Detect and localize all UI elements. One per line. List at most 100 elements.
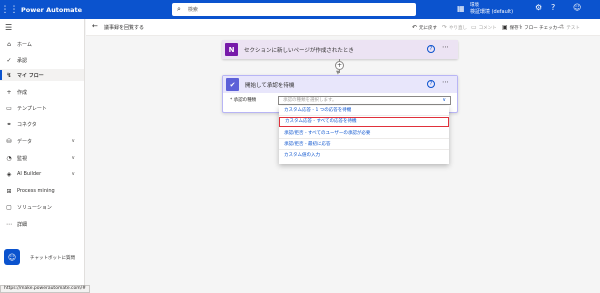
sidebar-item-monitor[interactable]: ◔ 監視 ∨ [0,152,84,164]
help-icon[interactable]: ? [427,45,435,53]
chatbot-button[interactable]: ☺ [4,249,20,265]
top-bar: ⋮⋮ Power Automate ⌕ 検索 ▦ 環境 検証環境 (defaul… [0,0,600,19]
onenote-icon: N [225,43,238,56]
redo-icon: ↷ [442,24,448,31]
sidebar-item-label: ソリューション [17,204,52,211]
sidebar-item-more[interactable]: ⋯ 詳細 [0,218,84,230]
search-placeholder: 検索 [187,7,198,13]
help-icon[interactable]: ? [551,3,555,12]
dropdown-option[interactable]: 承認/拒否 - 最初に応答 [279,140,449,150]
environment-icon: ▦ [457,4,465,13]
flow-checker-button[interactable]: ⚕ フロー チェッカー [519,24,562,31]
dropdown-option-highlighted[interactable]: カスタム応答 - すべての応答を待機 [279,117,449,127]
sidebar-item-solutions[interactable]: ▢ ソリューション [0,201,84,213]
status-url: https://make.powerautomate.com/# [0,285,90,293]
sidebar-item-my-flows[interactable]: ↯ マイ フロー [0,69,84,81]
approval-type-dropdown: カスタム応答 - 1 つの応答を待機 カスタム応答 - すべての応答を待機 承認… [279,106,449,164]
flow-name: 議事録を回覧する [104,25,145,31]
plus-icon: + [336,62,343,69]
save-button[interactable]: ▣ 保存 [502,24,519,31]
sidebar-item-label: データ [17,138,33,145]
home-icon: ⌂ [7,40,11,48]
approval-title: 開始して承認を待機 [245,83,295,89]
sidebar-item-label: AI Builder [17,171,42,177]
back-arrow-icon[interactable]: ← [92,22,98,30]
test-button[interactable]: ⚗ テスト [559,24,580,31]
redo-button[interactable]: ↷ やり直し [442,24,467,31]
chevron-down-icon: ∨ [71,155,75,161]
settings-icon[interactable]: ⚙ [535,3,542,12]
command-bar: ← 議事録を回覧する ↶ 元に戻す ↷ やり直し ▭ コメント ▣ 保存 ⚕ フロー チェ… [86,19,600,36]
sidebar-item-label: ホーム [17,41,32,48]
stethoscope-icon: ⚕ [519,24,523,31]
dropdown-option[interactable]: カスタム値の入力 [279,151,449,161]
flask-icon: ⚗ [559,24,565,31]
more-icon: ⋯ [6,220,12,228]
chevron-down-icon: ∨ [442,97,446,103]
templates-icon: ▭ [6,104,12,112]
sidebar-item-approvals[interactable]: ✓ 承認 [0,54,84,66]
dropdown-option[interactable]: 承認/拒否 - すべてのユーザーの承認が必要 [279,129,449,139]
plus-icon: + [6,88,12,96]
sidebar-item-label: 詳細 [17,221,28,228]
trigger-title: セクションに新しいページが作成されたとき [244,48,354,54]
sidebar-item-templates[interactable]: ▭ テンプレート [0,102,84,114]
help-icon[interactable]: ? [427,80,435,88]
chevron-down-icon: ∨ [71,138,75,144]
insert-step-button[interactable]: + [335,61,344,70]
chatbot-label[interactable]: チャットボットに質問 [30,255,75,261]
undo-label: 元に戻す [419,25,438,31]
approval-type-label: * 承認の種類 [230,98,257,103]
environment-name: 検証環境 (default) [470,9,514,15]
undo-icon: ↶ [412,24,418,31]
save-label: 保存 [509,25,519,31]
redo-label: やり直し [449,25,468,31]
sidebar-item-data[interactable]: ⛁ データ ∨ [0,135,84,147]
comment-label: コメント [478,25,497,31]
flows-icon: ↯ [6,71,12,79]
trigger-card-header[interactable]: N セクションに新しいページが作成されたとき ? ⋯ [222,40,458,59]
ai-icon: ◈ [6,170,12,178]
dropdown-option[interactable]: カスタム応答 - 1 つの応答を待機 [279,106,449,116]
approval-icon: ✔ [226,78,239,91]
chevron-down-icon: ∨ [71,171,75,177]
solutions-icon: ▢ [6,203,12,211]
sidebar-item-create[interactable]: + 作成 [0,86,84,98]
sidebar-item-label: 承認 [17,57,28,64]
sidebar-item-label: マイ フロー [17,72,44,79]
app-launcher-icon[interactable]: ⋮⋮ [0,0,19,19]
sidebar-item-process-mining[interactable]: ⊞ Process mining [0,185,84,197]
app-title[interactable]: Power Automate [21,6,82,14]
approval-type-placeholder: 承認の種類を選択します。 [283,98,337,103]
environment-picker[interactable]: 環境 検証環境 (default) [470,3,513,15]
sidebar-item-label: コネクタ [17,121,37,128]
account-icon[interactable]: ☺ [573,3,581,12]
approval-type-select[interactable]: 承認の種類を選択します。 ∨ [278,96,451,105]
data-icon: ⛁ [6,137,12,145]
sidebar-item-label: 作成 [17,89,28,96]
search-icon: ⌕ [177,5,181,13]
save-icon: ▣ [502,24,508,31]
sidebar-item-connectors[interactable]: ⚭ コネクタ [0,118,84,130]
search-input[interactable]: ⌕ 検索 [172,3,416,16]
test-label: テスト [566,25,580,31]
approvals-icon: ✓ [6,56,12,64]
connectors-icon: ⚭ [6,120,12,128]
monitor-icon: ◔ [6,154,12,162]
trigger-card[interactable]: N セクションに新しいページが作成されたとき ? ⋯ [222,40,458,59]
sidebar-item-label: Process mining [17,188,55,194]
comment-icon: ▭ [471,24,477,31]
process-mining-icon: ⊞ [6,187,12,195]
approval-card-header[interactable]: ✔ 開始して承認を待機 ? ⋯ [223,76,457,93]
more-options-icon[interactable]: ⋯ [442,78,449,86]
undo-button[interactable]: ↶ 元に戻す [412,24,437,31]
comment-button[interactable]: ▭ コメント [471,24,497,31]
sidebar-item-label: テンプレート [17,105,47,112]
more-options-icon[interactable]: ⋯ [442,43,449,51]
sidebar-item-ai-builder[interactable]: ◈ AI Builder ∨ [0,168,84,180]
sidebar-item-home[interactable]: ⌂ ホーム [0,38,84,50]
sidebar-item-label: 監視 [17,155,28,162]
chatbot-icon: ☺ [7,252,17,262]
flow-checker-label: フロー チェッカー [524,25,562,31]
hamburger-menu-icon[interactable]: ☰ [5,23,12,32]
